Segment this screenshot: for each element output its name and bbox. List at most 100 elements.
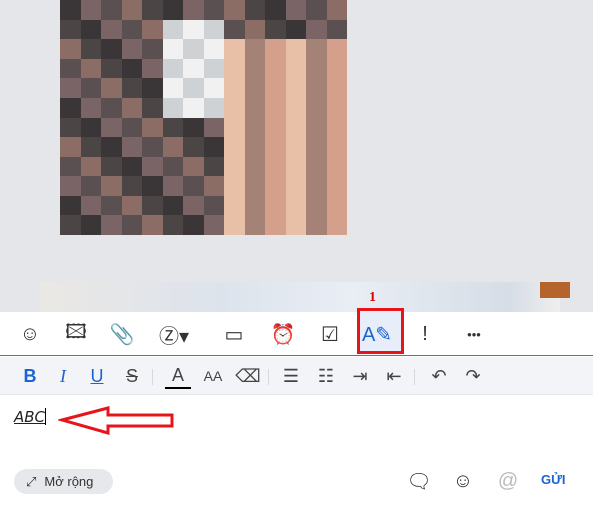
photo-pixel <box>60 97 81 118</box>
photo-pixel <box>162 39 183 59</box>
text-color-icon[interactable]: A <box>165 363 191 389</box>
text-format-icon[interactable]: A✎ <box>361 318 393 350</box>
photo-pixel <box>326 137 347 157</box>
indent-icon[interactable]: ⇥ <box>347 363 373 389</box>
photo-pixel <box>244 19 265 40</box>
photo-pixel <box>80 195 101 216</box>
photo-pixel <box>203 97 224 118</box>
underline-icon[interactable]: U <box>84 363 110 389</box>
photo-pixel <box>265 195 286 216</box>
outdent-icon[interactable]: ⇤ <box>381 363 407 389</box>
divider <box>152 369 153 385</box>
photo-pixel <box>101 117 122 138</box>
bullet-list-icon[interactable]: ☰ <box>278 363 304 389</box>
redo-icon[interactable]: ↷ <box>460 363 486 389</box>
photo-pixel <box>142 97 163 118</box>
mention-icon[interactable]: @ <box>495 468 521 494</box>
photo-pixel <box>183 176 204 196</box>
photo-pixel <box>80 215 101 235</box>
photo-pixel <box>244 0 265 20</box>
more-icon[interactable]: ••• <box>458 318 490 350</box>
reminder-clock-icon[interactable]: ⏰ <box>267 318 299 350</box>
contact-card-icon[interactable]: ▭ <box>218 318 250 350</box>
photo-pixel <box>224 156 245 177</box>
photo-pixel <box>121 195 142 216</box>
image-icon[interactable]: 🖾 <box>60 318 92 350</box>
photo-pixel <box>101 195 122 216</box>
photo-pixel <box>285 19 306 40</box>
task-check-icon[interactable]: ☑ <box>314 318 346 350</box>
photo-pixel <box>60 58 81 79</box>
photo-pixel <box>101 215 122 235</box>
photo-pixel <box>244 117 265 138</box>
photo-pixel <box>142 215 163 235</box>
photo-pixel <box>101 78 122 98</box>
photo-pixel <box>306 156 327 177</box>
screenshot-icon[interactable]: Ⓩ▾ <box>158 318 190 350</box>
message-input[interactable]: ABC <box>14 408 47 426</box>
font-size-icon[interactable]: AA <box>200 363 226 389</box>
photo-pixel <box>265 215 286 235</box>
photo-pixel <box>224 97 245 118</box>
photo-pixel <box>142 19 163 40</box>
photo-pixel <box>224 137 245 157</box>
photo-pixel <box>306 97 327 118</box>
photo-pixel <box>265 137 286 157</box>
text-caret <box>45 408 47 425</box>
photo-pixel <box>80 39 101 59</box>
blurred-message <box>40 282 560 312</box>
photo-pixel <box>326 0 347 20</box>
photo-pixel <box>60 117 81 138</box>
expand-icon: ⤢ <box>26 473 37 489</box>
photo-pixel <box>306 39 327 59</box>
photo-pixel <box>306 117 327 138</box>
photo-pixel <box>326 117 347 138</box>
photo-pixel <box>162 78 183 98</box>
expand-button[interactable]: ⤢ Mở rộng <box>14 469 113 494</box>
photo-pixel <box>285 215 306 235</box>
numbered-list-icon[interactable]: ☷ <box>313 363 339 389</box>
photo-pixel <box>162 117 183 138</box>
photo-pixel <box>326 195 347 216</box>
photo-pixel <box>121 78 142 98</box>
important-icon[interactable]: ! <box>409 318 441 350</box>
photo-pixel <box>306 58 327 79</box>
photo-pixel <box>183 215 204 235</box>
photo-pixel <box>203 39 224 59</box>
photo-pixel <box>121 176 142 196</box>
sticker-icon[interactable]: ☺ <box>14 318 46 350</box>
photo-pixel <box>326 215 347 235</box>
strikethrough-icon[interactable]: S <box>119 363 145 389</box>
emoji-icon[interactable]: ☺ <box>450 468 476 494</box>
quick-message-icon[interactable]: 🗨 <box>406 468 432 494</box>
photo-pixel <box>80 58 101 79</box>
photo-pixel <box>101 156 122 177</box>
attachment-icon[interactable]: 📎 <box>106 318 138 350</box>
photo-pixel <box>142 58 163 79</box>
photo-pixel <box>285 156 306 177</box>
photo-pixel <box>203 176 224 196</box>
photo-pixel <box>244 137 265 157</box>
photo-pixel <box>224 39 245 59</box>
photo-pixel <box>162 97 183 118</box>
photo-pixel <box>101 39 122 59</box>
message-text: ABC <box>14 408 46 426</box>
italic-icon[interactable]: I <box>50 363 76 389</box>
annotation-arrow <box>58 406 174 435</box>
photo-pixel <box>183 58 204 79</box>
send-button[interactable]: GỬI <box>541 472 566 487</box>
photo-pixel <box>224 215 245 235</box>
undo-icon[interactable]: ↶ <box>426 363 452 389</box>
photo-pixel <box>265 156 286 177</box>
photo-pixel <box>142 195 163 216</box>
photo-pixel <box>224 0 245 20</box>
photo-pixel <box>162 0 183 20</box>
clear-format-icon[interactable]: ⌫ <box>235 363 261 389</box>
photo-pixel <box>121 97 142 118</box>
bold-icon[interactable]: B <box>17 363 43 389</box>
photo-pixel <box>80 0 101 20</box>
photo-pixel <box>142 156 163 177</box>
photo-pixel <box>101 19 122 40</box>
photo-pixel <box>121 156 142 177</box>
format-toolbar: B I U S A AA ⌫ ☰ ☷ ⇥ ⇤ ↶ ↷ <box>0 357 593 395</box>
